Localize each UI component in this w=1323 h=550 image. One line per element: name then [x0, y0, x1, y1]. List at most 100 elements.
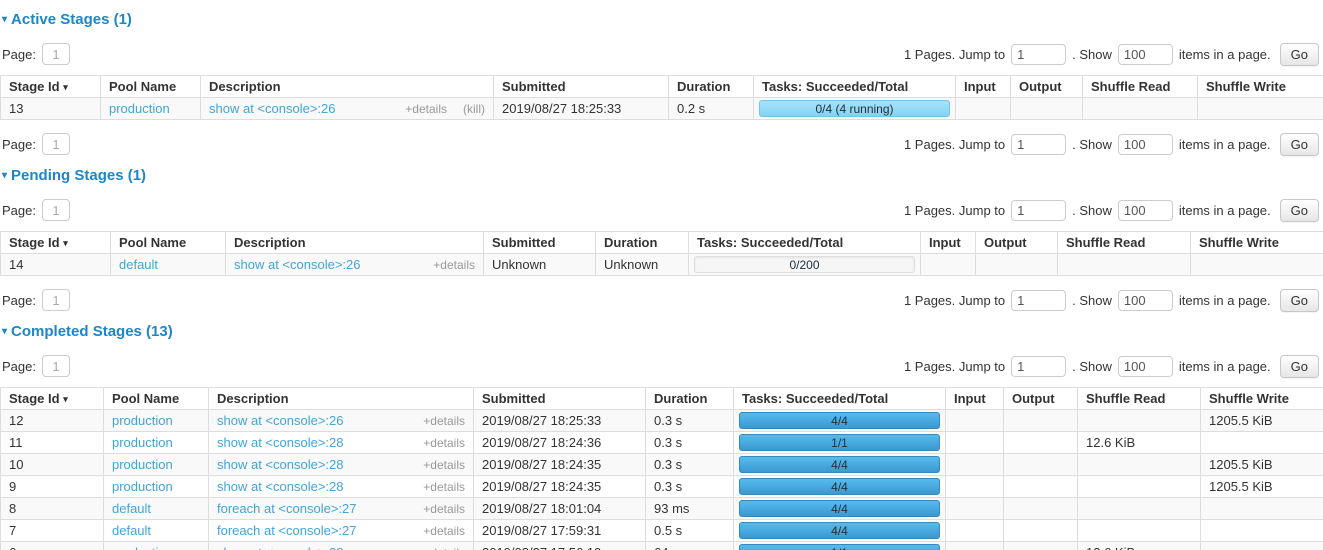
go-button[interactable]: Go: [1280, 199, 1319, 222]
column-header-pool-name[interactable]: Pool Name: [104, 388, 209, 410]
column-header-tasks-succeeded-total[interactable]: Tasks: Succeeded/Total: [754, 76, 956, 98]
column-header-shuffle-write[interactable]: Shuffle Write: [1201, 388, 1323, 410]
submitted-cell: 2019/08/27 17:59:31: [474, 520, 646, 542]
stage-description-link[interactable]: show at <console>:26: [217, 413, 343, 428]
jump-to-input[interactable]: [1011, 200, 1066, 221]
output-cell: [1004, 542, 1078, 550]
show-count-input[interactable]: [1118, 200, 1173, 221]
stage-description-link[interactable]: show at <console>:28: [217, 435, 343, 450]
column-header-description[interactable]: Description: [226, 232, 484, 254]
items-text: items in a page.: [1179, 293, 1271, 308]
column-header-duration[interactable]: Duration: [646, 388, 734, 410]
description-actions: +details: [423, 546, 465, 550]
column-header-input[interactable]: Input: [921, 232, 976, 254]
show-count-input[interactable]: [1118, 290, 1173, 311]
items-text: items in a page.: [1179, 359, 1271, 374]
column-header-description[interactable]: Description: [201, 76, 494, 98]
pool-name-link[interactable]: production: [112, 545, 173, 550]
completed-stages-header[interactable]: ▾Completed Stages (13): [2, 324, 1323, 342]
column-header-output[interactable]: Output: [1011, 76, 1083, 98]
page-number-input[interactable]: [42, 199, 70, 221]
show-count-input[interactable]: [1118, 134, 1173, 155]
stage-description-link[interactable]: foreach at <console>:27: [217, 501, 357, 516]
column-header-duration[interactable]: Duration: [596, 232, 689, 254]
details-toggle[interactable]: +details: [423, 458, 465, 472]
page-number-input[interactable]: [42, 355, 70, 377]
details-toggle[interactable]: +details: [423, 502, 465, 516]
stage-description-link[interactable]: show at <console>:28: [217, 479, 343, 494]
column-header-output[interactable]: Output: [1004, 388, 1078, 410]
stage-description-link[interactable]: show at <console>:26: [234, 257, 360, 272]
pool-name-link[interactable]: default: [112, 523, 151, 538]
column-header-tasks-succeeded-total[interactable]: Tasks: Succeeded/Total: [689, 232, 921, 254]
details-toggle[interactable]: +details: [405, 102, 447, 116]
details-toggle[interactable]: +details: [423, 436, 465, 450]
submitted-cell: 2019/08/27 18:25:33: [474, 410, 646, 432]
column-header-stage-id[interactable]: Stage Id ▾: [1, 76, 101, 98]
details-toggle[interactable]: +details: [423, 524, 465, 538]
pool-name-link[interactable]: production: [109, 101, 170, 116]
column-header-duration[interactable]: Duration: [669, 76, 754, 98]
column-header-submitted[interactable]: Submitted: [494, 76, 669, 98]
active-stages-header[interactable]: ▾Active Stages (1): [2, 12, 1323, 30]
column-header-shuffle-read[interactable]: Shuffle Read: [1078, 388, 1201, 410]
column-header-submitted[interactable]: Submitted: [474, 388, 646, 410]
column-header-shuffle-read[interactable]: Shuffle Read: [1083, 76, 1198, 98]
column-header-tasks-succeeded-total[interactable]: Tasks: Succeeded/Total: [734, 388, 946, 410]
pool-name-link[interactable]: default: [112, 501, 151, 516]
column-header-input[interactable]: Input: [946, 388, 1004, 410]
column-header-description[interactable]: Description: [209, 388, 474, 410]
go-button[interactable]: Go: [1280, 133, 1319, 156]
kill-link[interactable]: (kill): [463, 102, 485, 116]
column-header-stage-id[interactable]: Stage Id ▾: [1, 388, 104, 410]
pool-name-link[interactable]: production: [112, 435, 173, 450]
page-number-input[interactable]: [42, 133, 70, 155]
pool-name-link[interactable]: default: [119, 257, 158, 272]
column-header-shuffle-write[interactable]: Shuffle Write: [1198, 76, 1323, 98]
column-header-pool-name[interactable]: Pool Name: [101, 76, 201, 98]
page-label: Page:: [2, 359, 36, 374]
stage-description-link[interactable]: show at <console>:26: [209, 101, 335, 116]
pool-name-link[interactable]: production: [112, 479, 173, 494]
column-header-stage-id[interactable]: Stage Id ▾: [1, 232, 111, 254]
details-toggle[interactable]: +details: [433, 258, 475, 272]
pool-name-link[interactable]: production: [112, 413, 173, 428]
input-cell: [946, 520, 1004, 542]
collapse-arrow-icon: ▾: [2, 170, 7, 181]
column-header-submitted[interactable]: Submitted: [484, 232, 596, 254]
column-header-input[interactable]: Input: [956, 76, 1011, 98]
go-button[interactable]: Go: [1280, 289, 1319, 312]
stage-description-link[interactable]: foreach at <console>:27: [217, 523, 357, 538]
column-header-shuffle-read[interactable]: Shuffle Read: [1058, 232, 1191, 254]
jump-to-input[interactable]: [1011, 44, 1066, 65]
pages-count-text: 1 Pages. Jump to: [904, 293, 1005, 308]
output-cell: [1004, 432, 1078, 454]
pages-count-text: 1 Pages. Jump to: [904, 137, 1005, 152]
pending-stages-header[interactable]: ▾Pending Stages (1): [2, 168, 1323, 186]
page-number-input[interactable]: [42, 289, 70, 311]
details-toggle[interactable]: +details: [423, 546, 465, 550]
show-count-input[interactable]: [1118, 44, 1173, 65]
jump-to-input[interactable]: [1011, 134, 1066, 155]
tasks-cell: 1/1: [734, 542, 946, 550]
jump-to-input[interactable]: [1011, 356, 1066, 377]
details-toggle[interactable]: +details: [423, 414, 465, 428]
show-count-input[interactable]: [1118, 356, 1173, 377]
description-cell: show at <console>:28 +details: [209, 454, 474, 476]
pool-name-link[interactable]: production: [112, 457, 173, 472]
stage-id-cell: 14: [1, 254, 111, 276]
pager-completed-top: Page: 1 Pages. Jump to . Show items in a…: [2, 354, 1321, 378]
sort-arrow-icon: ▾: [63, 238, 68, 248]
go-button[interactable]: Go: [1280, 43, 1319, 66]
tasks-progress-bar: 4/4: [739, 522, 940, 539]
go-button[interactable]: Go: [1280, 355, 1319, 378]
details-toggle[interactable]: +details: [423, 480, 465, 494]
column-header-shuffle-write[interactable]: Shuffle Write: [1191, 232, 1323, 254]
shuffle-read-cell: [1078, 476, 1201, 498]
column-header-output[interactable]: Output: [976, 232, 1058, 254]
stage-description-link[interactable]: show at <console>:28: [217, 545, 343, 550]
jump-to-input[interactable]: [1011, 290, 1066, 311]
column-header-pool-name[interactable]: Pool Name: [111, 232, 226, 254]
stage-description-link[interactable]: show at <console>:28: [217, 457, 343, 472]
page-number-input[interactable]: [42, 43, 70, 65]
